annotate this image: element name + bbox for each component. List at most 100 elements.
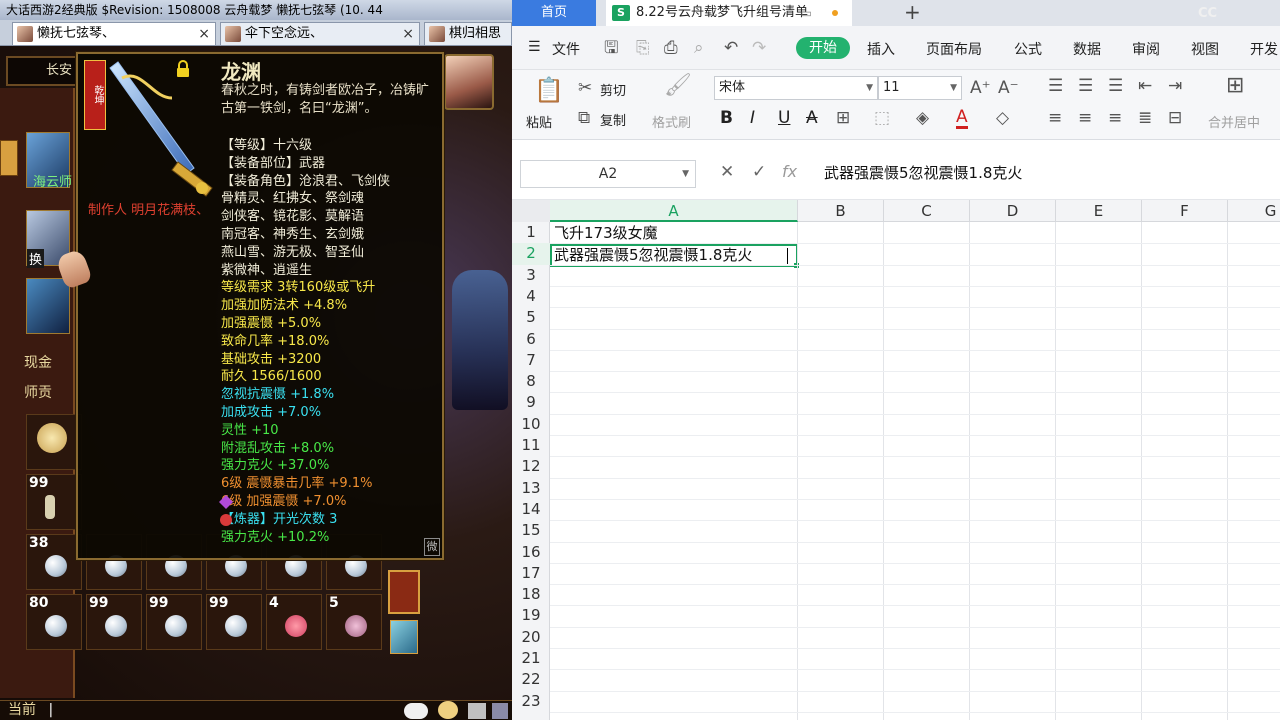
- copy-button[interactable]: 复制: [600, 110, 626, 129]
- confirm-icon[interactable]: ✓: [752, 162, 766, 182]
- menu-start[interactable]: 开始: [796, 37, 850, 59]
- row-header-23[interactable]: 23: [512, 691, 550, 712]
- cut-button[interactable]: 剪切: [600, 80, 626, 99]
- align-left-icon[interactable]: ≡: [1048, 108, 1062, 128]
- eraser-icon[interactable]: ◇: [996, 108, 1009, 128]
- font-size-select[interactable]: 11 ▼: [878, 76, 962, 100]
- row-header-17[interactable]: 17: [512, 563, 550, 584]
- align-top-icon[interactable]: ☰: [1048, 76, 1063, 96]
- chat-tool-icon[interactable]: [468, 703, 486, 719]
- indent-decrease-icon[interactable]: ⇤: [1138, 76, 1152, 96]
- row-header-2[interactable]: 2: [512, 243, 550, 265]
- column-header-d[interactable]: D: [970, 200, 1056, 222]
- merge-cells-icon[interactable]: ⊞: [1226, 75, 1244, 97]
- fill-style-icon[interactable]: ⬚: [874, 108, 890, 128]
- menu-page-layout[interactable]: 页面布局: [926, 39, 982, 59]
- row-header-10[interactable]: 10: [512, 414, 550, 435]
- hamburger-icon[interactable]: ☰: [528, 39, 541, 55]
- brush-icon[interactable]: 🖌: [664, 75, 692, 97]
- document-tab[interactable]: S 8.22号云舟载梦飞升组号清单 ▭: [606, 0, 852, 26]
- row-header-16[interactable]: 16: [512, 542, 550, 563]
- row-header-20[interactable]: 20: [512, 627, 550, 648]
- bag-tab-button[interactable]: [388, 570, 420, 614]
- menu-insert[interactable]: 插入: [867, 39, 895, 59]
- row-header-12[interactable]: 12: [512, 456, 550, 477]
- redo-icon[interactable]: ↷: [752, 38, 766, 58]
- cell-a1[interactable]: 飞升173级女魔: [550, 223, 658, 244]
- inventory-slot[interactable]: 99: [206, 594, 262, 650]
- row-header-11[interactable]: 11: [512, 435, 550, 456]
- game-tab-3[interactable]: 棋归相思: [424, 22, 512, 45]
- column-header-c[interactable]: C: [884, 200, 970, 222]
- align-middle-icon[interactable]: ☰: [1078, 76, 1093, 96]
- italic-icon[interactable]: I: [750, 108, 755, 128]
- row-header-6[interactable]: 6: [512, 329, 550, 350]
- side-item-3[interactable]: [26, 278, 70, 334]
- collapse-arrow-icon[interactable]: [0, 140, 18, 176]
- menu-data[interactable]: 数据: [1073, 39, 1101, 59]
- undo-icon[interactable]: ↶: [724, 38, 738, 58]
- menu-developer[interactable]: 开发: [1250, 39, 1278, 59]
- preview-icon[interactable]: ⌕: [694, 38, 704, 58]
- inventory-slot[interactable]: 4: [266, 594, 322, 650]
- item-shortcut-icon[interactable]: [390, 620, 418, 654]
- chat-tool-icon[interactable]: [492, 703, 508, 719]
- row-header-8[interactable]: 8: [512, 371, 550, 392]
- row-header-15[interactable]: 15: [512, 520, 550, 541]
- function-icon[interactable]: fx: [782, 162, 797, 181]
- underline-icon[interactable]: U: [778, 108, 790, 128]
- row-header-3[interactable]: 3: [512, 265, 550, 286]
- column-header-f[interactable]: F: [1142, 200, 1228, 222]
- chat-input-bar[interactable]: 当前 |: [0, 700, 512, 720]
- decrease-font-icon[interactable]: A⁻: [998, 78, 1019, 98]
- column-header-a[interactable]: A: [550, 200, 798, 222]
- row-header-21[interactable]: 21: [512, 648, 550, 669]
- align-right-icon[interactable]: ≡: [1108, 108, 1122, 128]
- inventory-slot[interactable]: 99: [86, 594, 142, 650]
- row-header-1[interactable]: 1: [512, 222, 550, 243]
- close-icon[interactable]: ×: [198, 23, 210, 45]
- inventory-slot[interactable]: 99: [146, 594, 202, 650]
- new-tab-button[interactable]: +: [904, 0, 921, 24]
- emote-icon[interactable]: [404, 703, 428, 719]
- align-center-icon[interactable]: ≡: [1078, 108, 1092, 128]
- copy-icon[interactable]: ⧉: [578, 108, 590, 128]
- save-icon[interactable]: 🖫: [604, 38, 618, 58]
- home-tab[interactable]: 首页: [512, 0, 596, 26]
- close-icon[interactable]: ×: [402, 23, 414, 45]
- select-all-corner[interactable]: [512, 200, 550, 222]
- font-color-icon[interactable]: A: [956, 108, 968, 129]
- column-header-g[interactable]: G: [1228, 200, 1280, 222]
- row-header-9[interactable]: 9: [512, 392, 550, 413]
- increase-font-icon[interactable]: A⁺: [970, 78, 991, 98]
- side-item-1[interactable]: 海云师: [26, 132, 72, 190]
- inventory-slot[interactable]: 5: [326, 594, 382, 650]
- row-header-7[interactable]: 7: [512, 350, 550, 371]
- fill-color-icon[interactable]: ◈: [916, 108, 929, 128]
- border-icon[interactable]: ⊞: [836, 108, 850, 128]
- name-box[interactable]: A2 ▼: [520, 160, 696, 188]
- row-header-5[interactable]: 5: [512, 307, 550, 328]
- merge-center-button[interactable]: 合并居中: [1208, 112, 1260, 131]
- inventory-slot[interactable]: 80: [26, 594, 82, 650]
- menu-file[interactable]: 文件: [552, 39, 580, 59]
- row-header-19[interactable]: 19: [512, 605, 550, 626]
- inventory-slot[interactable]: [26, 414, 82, 470]
- inventory-slot[interactable]: 99: [26, 474, 82, 530]
- menu-formula[interactable]: 公式: [1014, 39, 1042, 59]
- game-tab-1[interactable]: 懒抚七弦琴、 ×: [12, 22, 216, 45]
- row-header-18[interactable]: 18: [512, 584, 550, 605]
- character-portrait[interactable]: [444, 54, 494, 110]
- print-icon[interactable]: ⎙: [664, 38, 678, 58]
- column-header-b[interactable]: B: [798, 200, 884, 222]
- smiley-icon[interactable]: [438, 701, 458, 719]
- strikethrough-icon[interactable]: A: [806, 108, 818, 128]
- cell-grid[interactable]: ABCDEFG 1 2 3 4 5 6 7 8 9 10 11 12 13 14 15 16 17 18 19 20 2…: [512, 200, 1280, 720]
- row-header-4[interactable]: 4: [512, 286, 550, 307]
- row-header-13[interactable]: 13: [512, 478, 550, 499]
- paste-icon[interactable]: 📋: [534, 76, 564, 104]
- row-header-22[interactable]: 22: [512, 669, 550, 690]
- scissors-icon[interactable]: ✂: [578, 78, 592, 98]
- game-tab-2[interactable]: 伞下空念远、 ×: [220, 22, 420, 45]
- formula-input[interactable]: 武器强震慑5忽视震慑1.8克火: [824, 162, 1022, 183]
